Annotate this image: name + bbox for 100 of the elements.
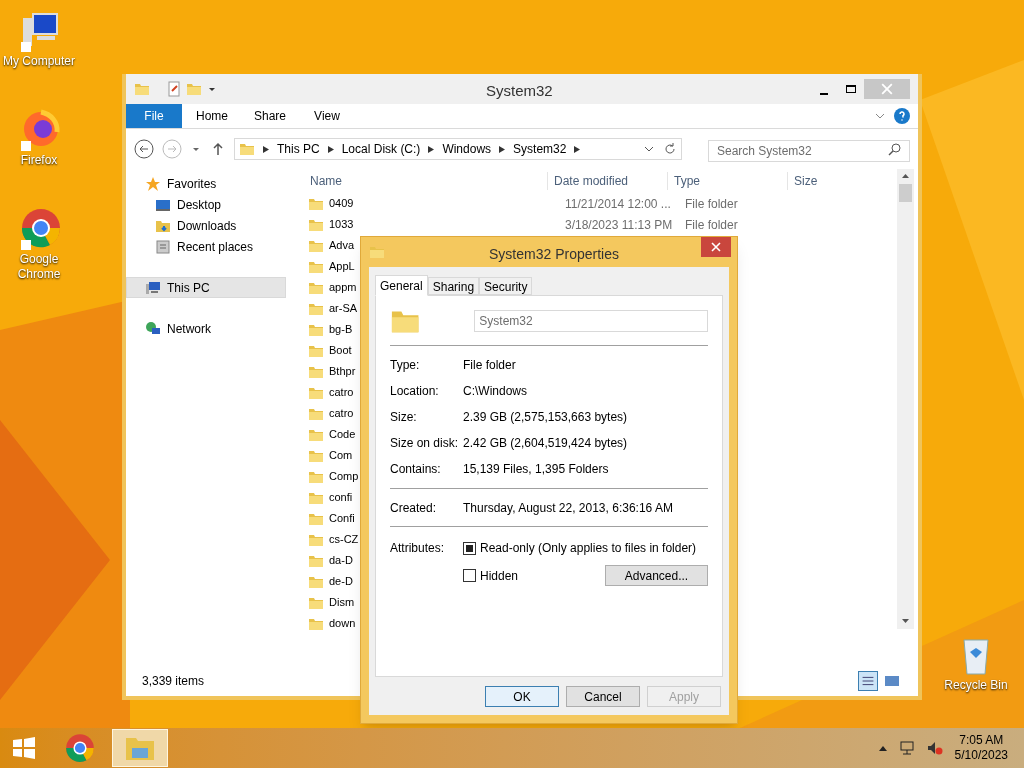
scrollbar[interactable] [897,169,914,629]
file-name[interactable]: Boot [329,342,352,359]
scroll-down-icon[interactable] [902,619,909,623]
field-label: Type: [390,357,421,374]
file-name[interactable]: 1033 [329,216,354,233]
clock-date[interactable]: 5/10/2023 [954,748,1008,763]
field-value: Thursday, August 22, 2013, 6:36:16 AM [463,499,673,517]
start-icon[interactable] [12,736,36,760]
file-name[interactable]: AppL [329,258,355,275]
address-bar[interactable]: This PC Local Disk (C:) Windows System32 [234,138,682,160]
file-name[interactable]: catro [329,384,354,401]
checkbox[interactable] [463,569,476,582]
dialog-tab[interactable]: Security [479,277,533,295]
dialog-button[interactable]: Cancel [566,686,640,707]
chevron-right-icon[interactable] [428,145,435,153]
breadcrumb-item[interactable]: Windows [442,140,492,158]
field-label: Size on disk: [390,435,460,452]
muted-speaker-icon[interactable] [926,740,943,756]
advanced-button[interactable]: Advanced... [605,565,708,586]
folder-icon [369,244,385,260]
file-name[interactable]: Adva [329,237,355,254]
scroll-up-icon[interactable] [902,174,909,178]
file-name[interactable]: down [329,615,356,632]
file-name[interactable]: bg-B [329,321,353,338]
scroll-thumb[interactable] [899,184,912,202]
chevron-right-icon[interactable] [499,145,506,153]
dialog-tab[interactable]: General [375,275,428,296]
search-field[interactable]: Search System32 [708,140,910,162]
nav-item[interactable]: Network [126,318,286,339]
file-name[interactable]: Code [329,426,356,443]
file-name[interactable]: confi [329,489,353,506]
nav-item[interactable]: This PC [126,277,286,298]
file-name[interactable]: appm [329,279,357,296]
breadcrumb-item[interactable]: This PC [277,140,320,158]
field-value: C:\Windows [463,383,527,400]
checkbox-label[interactable]: Hidden [480,566,519,585]
dialog-button[interactable]: OK [485,686,559,707]
ribbon-tab[interactable]: Home [182,104,240,128]
date-cell-text: 3/18/2023 11:13 PM [565,216,674,234]
dialog-title: System32 Properties [489,245,619,264]
date-cell-text: 11/21/2014 12:00 ... [565,195,672,213]
nav-item[interactable]: Recent places [126,236,286,257]
file-name[interactable]: Confi [329,510,355,527]
tray-arrow-icon[interactable] [878,745,887,751]
field-label: Size: [390,409,418,426]
nav-item[interactable]: Downloads [126,215,286,236]
details-view-icon[interactable] [858,671,878,691]
name-field[interactable]: System32 [474,309,708,332]
file-name[interactable]: cs-CZ [329,531,359,548]
checkbox[interactable] [463,541,476,555]
chrome-icon[interactable] [64,732,96,764]
file-name[interactable]: ar-SA [329,300,358,317]
breadcrumb-item[interactable]: System32 [513,140,567,158]
column-header[interactable]: Size [787,172,867,190]
computer-icon [145,279,161,296]
clock-time[interactable]: 7:05 AM [959,733,1004,748]
help-icon[interactable] [894,108,910,124]
refresh-icon[interactable] [663,142,677,156]
properties-icon[interactable] [166,81,182,97]
nav-item[interactable]: Favorites [126,173,286,194]
chevron-right-icon[interactable] [263,145,269,153]
file-name[interactable]: Comp [329,468,359,485]
close-icon[interactable] [711,242,721,252]
field-value: File folder [463,357,516,374]
file-name[interactable]: Bthpr [329,363,356,380]
field-label: Attributes: [390,540,446,557]
chevron-right-icon[interactable] [327,145,334,153]
file-name[interactable]: Dism [329,594,355,611]
window-title: System32 [486,81,553,101]
close-button[interactable] [701,237,731,257]
recent-icon [155,238,171,255]
field-value: 15,139 Files, 1,395 Folders [463,461,609,478]
ribbon-tab[interactable]: File [126,104,182,128]
dialog-tab[interactable]: Sharing [427,277,480,295]
field-label: Location: [390,383,440,400]
folder-icon [186,81,202,97]
file-name[interactable]: 0409 [329,195,354,212]
chevron-right-icon[interactable] [574,145,581,153]
type-cell-text: File folder [685,195,739,213]
network-icon[interactable] [898,740,915,756]
file-name[interactable]: de-D [329,573,353,590]
file-name[interactable]: Com [329,447,353,464]
column-header[interactable]: Type [667,172,787,190]
status-text: 3,339 items [142,673,205,690]
column-header[interactable]: Date modified [547,172,667,190]
search-icon[interactable] [888,142,902,156]
field-label: Created: [390,499,438,517]
nav-item[interactable]: Desktop [126,194,286,215]
breadcrumb-item[interactable]: Local Disk (C:) [341,140,421,158]
checkbox-label[interactable]: Read-only (Only applies to files in folder) [480,539,697,557]
back-icon[interactable] [134,139,154,159]
column-header[interactable]: Name [286,172,547,190]
network-icon [145,320,161,337]
folder-icon [239,141,255,157]
file-name[interactable]: da-D [329,552,353,569]
type-cell-text: File folder [685,216,739,234]
file-name[interactable]: catro [329,405,354,422]
field-label: Contains: [390,461,442,478]
ribbon-tab[interactable]: Share [240,104,298,128]
ribbon-tab[interactable]: View [298,104,356,128]
